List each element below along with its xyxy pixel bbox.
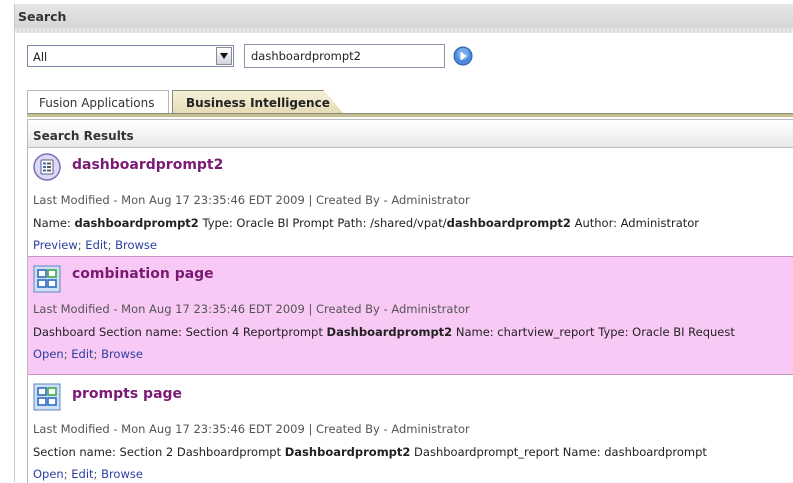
result-title-link[interactable]: prompts page: [72, 386, 182, 402]
tab-underline: [27, 113, 793, 117]
open-link[interactable]: Open: [33, 347, 64, 361]
header-divider: [15, 28, 793, 33]
search-results-panel: Search Results dashboardprompt2 Last Mod…: [27, 119, 793, 483]
result-item: prompts page Last Modified - Mon Aug 17 …: [28, 376, 793, 483]
result-actions: Open; Edit; Browse: [33, 347, 143, 361]
tab-business-intelligence[interactable]: Business Intelligence: [172, 90, 344, 114]
preview-link[interactable]: Preview: [33, 238, 78, 252]
result-meta: Last Modified - Mon Aug 17 23:35:46 EDT …: [33, 422, 470, 436]
chevron-down-icon[interactable]: [216, 47, 232, 65]
browse-link[interactable]: Browse: [101, 347, 143, 361]
results-header: Search Results: [28, 120, 793, 148]
result-actions: Preview; Edit; Browse: [33, 238, 157, 252]
edit-link[interactable]: Edit: [85, 238, 107, 252]
open-link[interactable]: Open: [33, 467, 64, 481]
search-header-title: Search: [18, 9, 67, 24]
result-item-selected: combination page Last Modified - Mon Aug…: [28, 256, 793, 375]
result-description: Section name: Section 2 Dashboardprompt …: [33, 445, 707, 459]
edit-link[interactable]: Edit: [71, 347, 93, 361]
result-title-link[interactable]: dashboardprompt2: [72, 157, 223, 173]
result-description: Dashboard Section name: Section 4 Report…: [33, 325, 735, 339]
dashboard-page-icon: [33, 265, 61, 293]
scope-select[interactable]: All: [27, 45, 234, 67]
search-header: Search: [15, 4, 793, 29]
prompt-icon: [33, 153, 61, 181]
scope-select-value: All: [33, 50, 48, 64]
go-icon[interactable]: [453, 46, 473, 66]
result-actions: Open; Edit; Browse: [33, 467, 143, 481]
result-meta: Last Modified - Mon Aug 17 23:35:46 EDT …: [33, 302, 470, 316]
browse-link[interactable]: Browse: [101, 467, 143, 481]
edit-link[interactable]: Edit: [71, 467, 93, 481]
result-description: Name: dashboardprompt2 Type: Oracle BI P…: [33, 216, 700, 230]
results-header-title: Search Results: [33, 129, 134, 143]
tab-label: Business Intelligence: [186, 96, 330, 110]
dashboard-page-icon: [33, 383, 61, 411]
result-meta: Last Modified - Mon Aug 17 23:35:46 EDT …: [33, 193, 470, 207]
browse-link[interactable]: Browse: [115, 238, 157, 252]
tab-fusion-applications[interactable]: Fusion Applications: [27, 90, 169, 114]
search-input[interactable]: [244, 44, 445, 68]
result-title-link[interactable]: combination page: [72, 266, 214, 282]
tab-label: Fusion Applications: [39, 96, 155, 110]
result-item: dashboardprompt2 Last Modified - Mon Aug…: [28, 148, 793, 256]
